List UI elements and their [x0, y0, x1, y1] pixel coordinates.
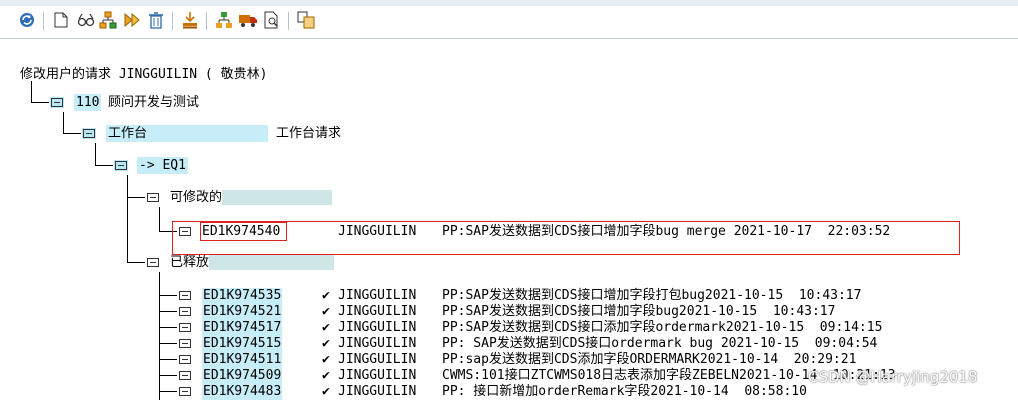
glasses-icon[interactable]	[76, 10, 96, 30]
copy-icon[interactable]	[296, 10, 316, 30]
request-description: PP:SAP发送数据到CDS接口增加字段bug2021-10-15 10:43:…	[442, 304, 836, 319]
modifiable-label[interactable]: 可修改的	[170, 189, 346, 206]
delete-icon[interactable]	[146, 10, 166, 30]
request-id[interactable]: ED1K974535	[202, 288, 283, 304]
released-check-icon: ✔	[322, 368, 330, 383]
request-owner: JINGGUILIN	[338, 336, 417, 351]
folder-icon[interactable]	[178, 370, 192, 381]
client-description: 顾问开发与测试	[108, 95, 200, 110]
request-description: PP:SAP发送数据到CDS接口增加字段打包bug2021-10-15 10:4…	[442, 288, 862, 303]
workbench-description: 工作台请求	[276, 126, 342, 141]
request-description: PP:SAP发送数据到CDS接口增加字段bug merge 2021-10-17…	[442, 224, 891, 239]
request-id[interactable]: ED1K974511	[202, 352, 283, 368]
org-icon[interactable]	[214, 10, 234, 30]
document-search-icon[interactable]	[262, 10, 282, 30]
folder-icon[interactable]	[146, 192, 160, 203]
release-icon[interactable]	[122, 10, 142, 30]
folder-icon[interactable]	[114, 160, 128, 171]
import-icon[interactable]	[180, 10, 200, 30]
request-owner: JINGGUILIN	[338, 288, 417, 303]
request-id[interactable]: ED1K974521	[202, 304, 283, 320]
released-check-icon: ✔	[322, 352, 330, 367]
watermark: CSDN @Harryjing2018	[808, 368, 978, 386]
request-id[interactable]: ED1K974540	[202, 224, 280, 239]
request-owner: JINGGUILIN	[338, 304, 417, 319]
refresh-icon[interactable]	[17, 10, 37, 30]
folder-icon[interactable]	[178, 290, 192, 301]
request-owner: JINGGUILIN	[338, 224, 417, 239]
toolbar	[0, 0, 1018, 39]
request-description: PP: SAP发送数据到CDS接口ordermark bug 2021-10-1…	[442, 336, 878, 351]
folder-icon[interactable]	[178, 322, 192, 333]
truck-icon[interactable]	[238, 10, 258, 30]
hierarchy-icon[interactable]	[98, 10, 118, 30]
folder-icon[interactable]	[146, 257, 160, 268]
tree-title: 修改用户的请求 JINGGUILIN ( 敬贵林)	[20, 67, 268, 82]
toolbar-top-strip	[0, 0, 1018, 6]
target-system-label[interactable]: -> EQ1	[137, 157, 188, 174]
folder-icon[interactable]	[178, 386, 192, 397]
request-description: PP:sap发送数据到CDS添加字段ORDERMARK2021-10-14 20…	[442, 352, 857, 367]
new-document-icon[interactable]	[51, 10, 71, 30]
request-owner: JINGGUILIN	[338, 368, 417, 383]
released-check-icon: ✔	[322, 304, 330, 319]
folder-icon[interactable]	[82, 128, 96, 139]
request-id[interactable]: ED1K974517	[202, 320, 283, 336]
request-row[interactable]: ED1K974540	[202, 224, 280, 240]
released-check-icon: ✔	[322, 384, 330, 399]
released-label[interactable]: 已释放	[170, 254, 346, 271]
request-owner: JINGGUILIN	[338, 352, 417, 367]
request-id[interactable]: ED1K974515	[202, 336, 283, 352]
folder-icon[interactable]	[178, 338, 192, 349]
client-code[interactable]: 110	[74, 94, 102, 111]
folder-icon[interactable]	[178, 306, 192, 317]
folder-icon[interactable]	[178, 354, 192, 365]
folder-icon[interactable]	[50, 97, 64, 108]
released-check-icon: ✔	[322, 288, 330, 303]
released-check-icon: ✔	[322, 336, 330, 351]
request-description: PP:SAP发送数据到CDS接口添加字段ordermark2021-10-15 …	[442, 320, 883, 335]
request-description: PP: 接口新增加orderRemark字段2021-10-14 08:58:1…	[442, 384, 807, 399]
request-owner: JINGGUILIN	[338, 384, 417, 399]
workbench-label[interactable]: 工作台	[106, 125, 268, 142]
released-check-icon: ✔	[322, 320, 330, 335]
request-owner: JINGGUILIN	[338, 320, 417, 335]
request-id[interactable]: ED1K974483	[202, 384, 283, 400]
request-id[interactable]: ED1K974509	[202, 368, 283, 384]
